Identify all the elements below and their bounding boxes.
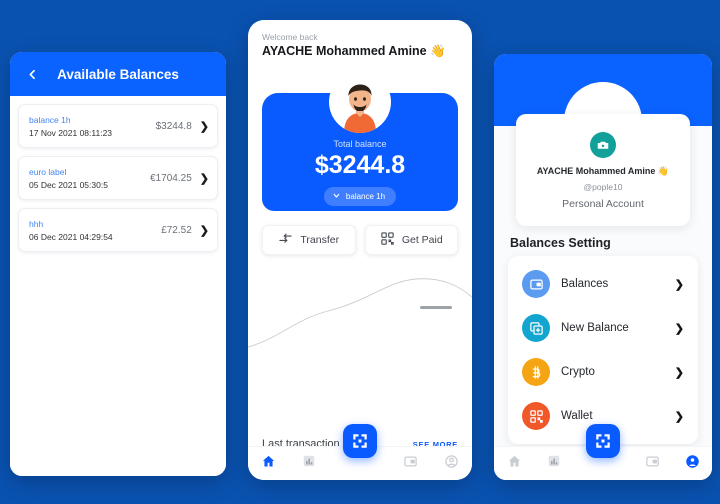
qr-code-icon <box>522 402 550 430</box>
balance-label: euro label <box>29 166 67 177</box>
balance-info: hhh 06 Dec 2021 04:29:54 <box>29 219 161 242</box>
balance-label: balance 1h <box>29 114 71 125</box>
balance-label: hhh <box>29 218 44 229</box>
get-paid-button[interactable]: Get Paid <box>364 225 458 255</box>
page-title: Available Balances <box>57 66 179 82</box>
quick-actions: Transfer Get Paid <box>248 211 472 255</box>
balance-pill-label: balance 1h <box>345 192 386 201</box>
profile-handle: @pople10 <box>583 182 623 192</box>
person-icon[interactable] <box>685 454 700 474</box>
phone-home-dashboard: Welcome back AYACHE Mohammed Amine 👋 Tot… <box>248 20 472 480</box>
profile-name: AYACHE Mohammed Amine 👋 <box>536 166 670 176</box>
balance-date: 06 Dec 2021 04:29:54 <box>29 231 113 242</box>
list-item-label: Balances <box>561 278 609 290</box>
phone-available-balances: Available Balances balance 1h 17 Nov 202… <box>10 52 226 476</box>
chevron-left-icon[interactable] <box>22 64 42 84</box>
chart-bar-icon[interactable] <box>302 454 316 473</box>
list-item-label: Wallet <box>561 410 593 422</box>
transfer-arrows-icon <box>278 231 293 249</box>
balance-amount: €1704.25 <box>150 172 192 184</box>
chart-curve <box>248 278 472 348</box>
list-item[interactable]: euro label 05 Dec 2021 05:30:5 €1704.25 … <box>18 156 218 200</box>
chevron-right-icon[interactable]: ❯ <box>200 224 209 237</box>
list-item[interactable]: hhh 06 Dec 2021 04:29:54 £72.52 ❯ <box>18 208 218 252</box>
total-balance-label: Total balance <box>333 139 387 149</box>
balance-info: balance 1h 17 Nov 2021 08:11:23 <box>29 115 156 138</box>
person-icon[interactable] <box>444 454 459 474</box>
phone-profile-settings: AYACHE Mohammed Amine 👋 @pople10 Persona… <box>494 54 712 480</box>
get-paid-label: Get Paid <box>401 234 443 246</box>
user-name: AYACHE Mohammed Amine 👋 <box>262 44 446 58</box>
user-avatar-illustration[interactable] <box>329 71 391 133</box>
profile-account-type: Personal Account <box>562 198 644 210</box>
list-item-new-balance[interactable]: New Balance ❯ <box>508 306 698 350</box>
wallet-icon <box>522 270 550 298</box>
chart-placeholder-bar <box>420 306 452 309</box>
welcome-greeting: Welcome back <box>262 32 318 42</box>
total-balance-amount: $3244.8 <box>314 151 406 179</box>
wallet-icon[interactable] <box>403 454 418 474</box>
balance-info: euro label 05 Dec 2021 05:30:5 <box>29 167 150 190</box>
dashboard-grid-icon[interactable] <box>343 424 377 458</box>
balances-list: balance 1h 17 Nov 2021 08:11:23 $3244.8 … <box>10 96 226 476</box>
list-item-balances[interactable]: Balances ❯ <box>508 262 698 306</box>
list-item-crypto[interactable]: Crypto ❯ <box>508 350 698 394</box>
chevron-right-icon[interactable]: ❯ <box>200 120 209 133</box>
qr-code-icon <box>380 231 395 249</box>
chart-bar-icon[interactable] <box>547 454 561 473</box>
list-item[interactable]: balance 1h 17 Nov 2021 08:11:23 $3244.8 … <box>18 104 218 148</box>
chevron-right-icon[interactable]: ❯ <box>200 172 209 185</box>
balance-amount: £72.52 <box>161 224 192 236</box>
balance-selector-pill[interactable]: balance 1h <box>323 187 397 206</box>
balance-amount: $3244.8 <box>155 120 192 132</box>
chevron-right-icon[interactable]: ❯ <box>675 322 684 335</box>
transfer-label: Transfer <box>300 234 340 246</box>
transfer-button[interactable]: Transfer <box>262 225 356 255</box>
camera-icon[interactable] <box>590 132 616 158</box>
balances-setting-list: Balances ❯ New Balance ❯ Crypto ❯ Wallet… <box>508 256 698 444</box>
home-icon[interactable] <box>261 454 276 474</box>
list-item-label: Crypto <box>561 366 595 378</box>
list-item-label: New Balance <box>561 322 629 334</box>
left-header: Available Balances <box>10 52 226 96</box>
home-icon[interactable] <box>507 454 522 474</box>
balance-date: 05 Dec 2021 05:30:5 <box>29 179 108 190</box>
wallet-icon[interactable] <box>645 454 660 474</box>
dashboard-grid-icon[interactable] <box>586 424 620 458</box>
welcome-block: Welcome back AYACHE Mohammed Amine 👋 <box>248 20 472 59</box>
chevron-down-icon <box>332 191 341 202</box>
chevron-right-icon[interactable]: ❯ <box>675 410 684 423</box>
balance-date: 17 Nov 2021 08:11:23 <box>29 127 113 138</box>
chevron-right-icon[interactable]: ❯ <box>675 366 684 379</box>
bitcoin-icon <box>522 358 550 386</box>
profile-card: AYACHE Mohammed Amine 👋 @pople10 Persona… <box>516 114 690 226</box>
chevron-right-icon[interactable]: ❯ <box>675 278 684 291</box>
section-title: Balances Setting <box>510 236 611 250</box>
total-balance-card: Total balance $3244.8 balance 1h <box>248 71 472 211</box>
add-card-icon <box>522 314 550 342</box>
